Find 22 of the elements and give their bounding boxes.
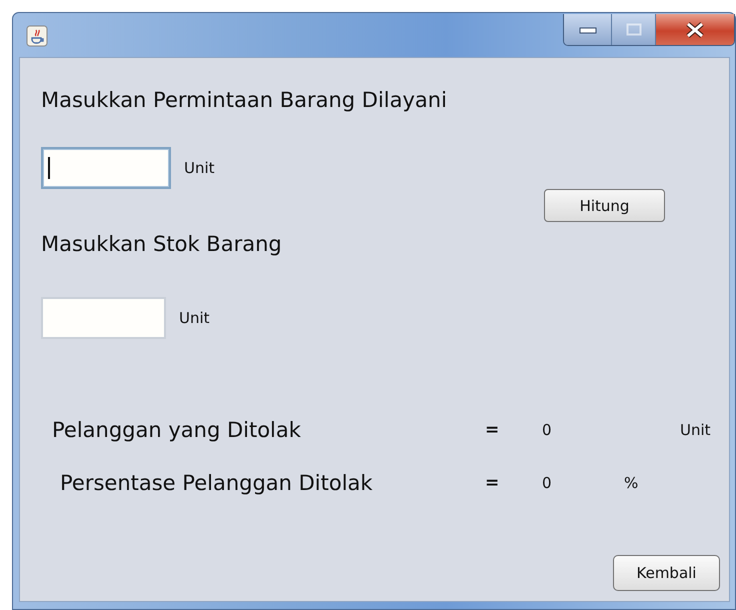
close-icon <box>685 22 705 38</box>
hitung-button[interactable]: Hitung <box>544 189 665 222</box>
kembali-button[interactable]: Kembali <box>613 555 720 591</box>
result-value: 0 <box>542 474 553 492</box>
input-field[interactable] <box>41 147 171 189</box>
unit-label: Unit <box>184 159 215 177</box>
equals-sign: = <box>485 420 500 440</box>
cup-icon <box>26 25 48 47</box>
section-heading: Masukkan Permintaan Barang Dilayani <box>41 87 447 114</box>
minimize-icon <box>578 26 596 34</box>
result-label: Persentase Pelanggan Ditolak <box>60 471 374 495</box>
unit-label: Unit <box>179 309 210 327</box>
unit-label: % <box>624 474 640 492</box>
close-button[interactable] <box>656 14 734 45</box>
minimize-button[interactable] <box>564 14 612 45</box>
result-label: Pelanggan yang Ditolak <box>52 418 302 442</box>
input-field[interactable] <box>41 297 166 339</box>
result-value: 0 <box>542 421 553 439</box>
equals-sign: = <box>485 473 500 493</box>
unit-label: Unit <box>680 421 712 439</box>
maximize-icon <box>626 23 642 36</box>
section-heading: Masukkan Stok Barang <box>41 231 282 258</box>
